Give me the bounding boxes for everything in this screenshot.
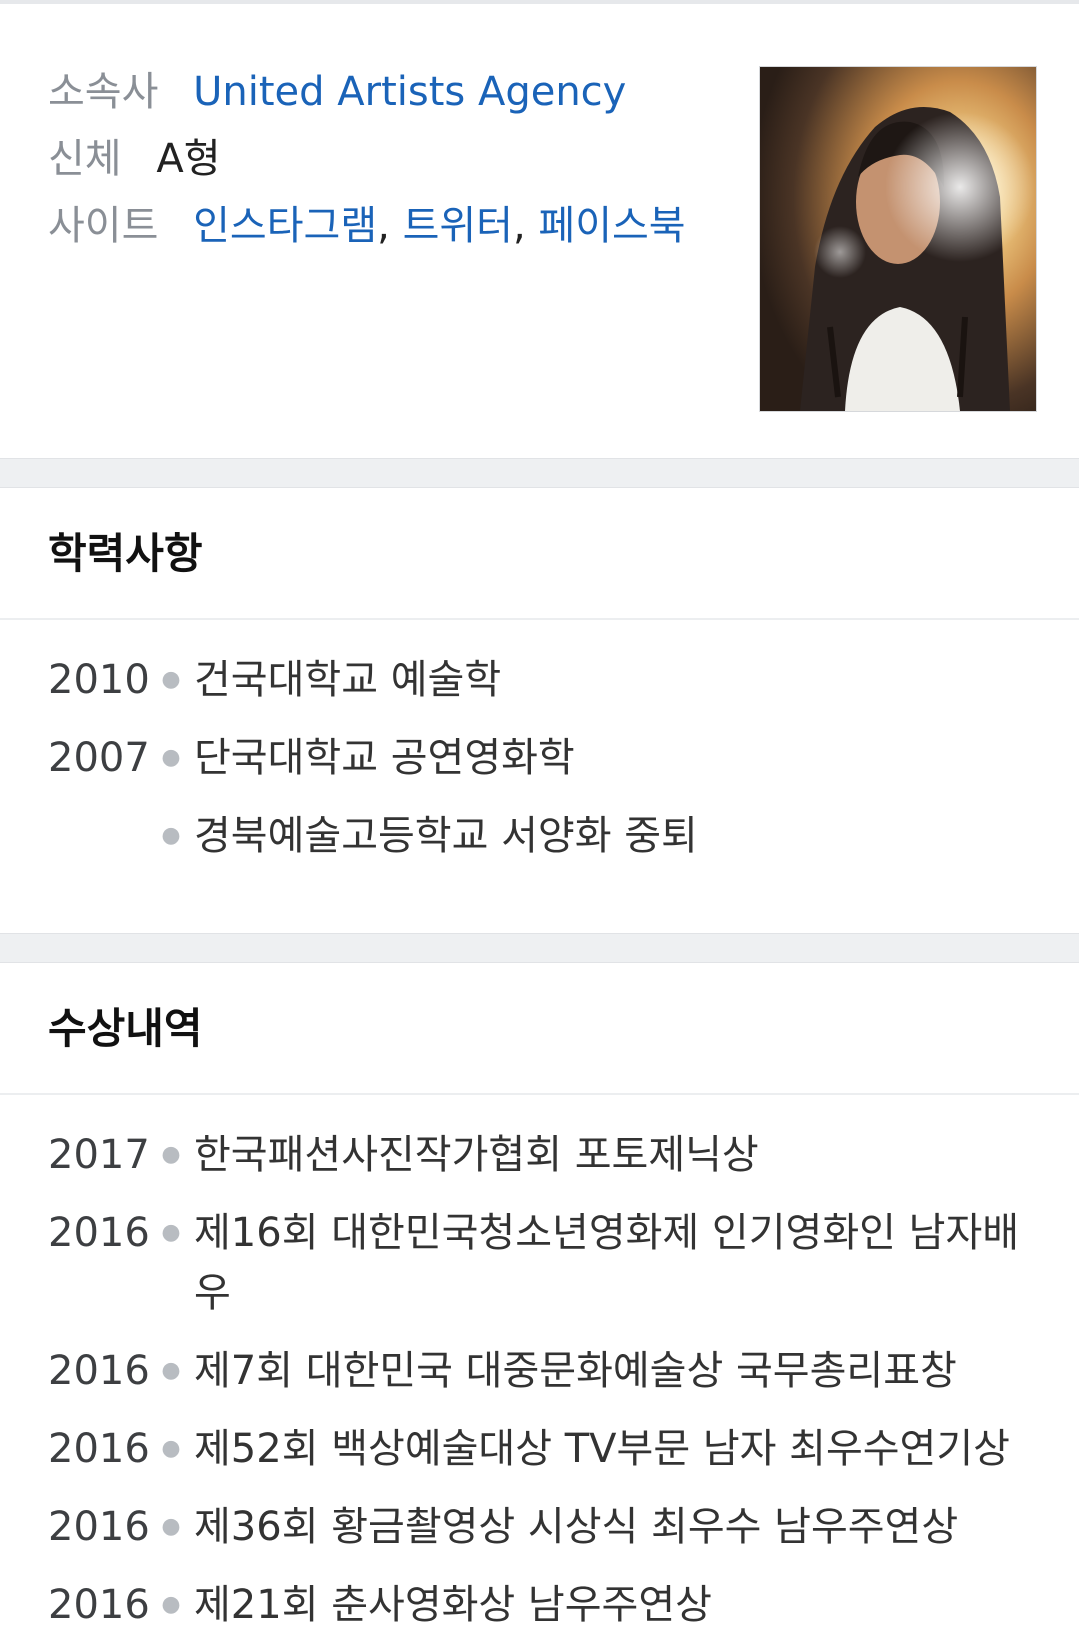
education-list: 2010 ● 건국대학교 예술학 2007 ● 단국대학교 공연영화학 ● 경북… — [0, 620, 1079, 933]
profile-photo[interactable] — [759, 66, 1037, 412]
agency-label: 소속사 — [48, 69, 159, 115]
education-section: 학력사항 2010 ● 건국대학교 예술학 2007 ● 단국대학교 공연영화학… — [0, 488, 1079, 933]
item-text: 제7회 대한민국 대중문화예술상 국무총리표창 — [194, 1348, 957, 1394]
bullet-dot-icon: ● — [161, 745, 181, 770]
profile-card: 소속사 United Artists Agency 신체 A형 사이트 인스타그… — [0, 4, 1079, 458]
body-row: 신체 A형 — [48, 131, 221, 187]
item-text: 제52회 백상예술대상 TV부문 남자 최우수연기상 — [194, 1426, 1010, 1472]
item-year: 2016 — [48, 1426, 150, 1472]
section-divider — [0, 458, 1079, 488]
site-separator: , — [377, 203, 390, 249]
item-year: 2010 — [48, 657, 150, 703]
bullet-dot-icon: ● — [161, 823, 181, 848]
bullet-dot-icon: ● — [161, 667, 181, 692]
list-item: 2016 ● 제16회 대한민국청소년영화제 인기영화인 남자배우 — [0, 1203, 1079, 1323]
item-text: 단국대학교 공연영화학 — [194, 735, 575, 781]
site-label: 사이트 — [48, 203, 159, 249]
item-text: 제16회 대한민국청소년영화제 인기영화인 남자배우 — [194, 1210, 1020, 1316]
list-item: ● 경북예술고등학교 서양화 중퇴 — [0, 806, 1079, 866]
bullet-dot-icon: ● — [161, 1514, 181, 1539]
site-separator: , — [512, 203, 526, 249]
item-year: 2016 — [48, 1504, 150, 1550]
agency-row: 소속사 United Artists Agency — [48, 64, 626, 120]
item-text: 제21회 춘사영화상 남우주연상 — [194, 1582, 712, 1628]
blood-type-value: A형 — [156, 136, 221, 182]
item-year: 2016 — [48, 1210, 150, 1256]
item-text: 경북예술고등학교 서양화 중퇴 — [194, 813, 698, 859]
education-header: 학력사항 — [0, 488, 1079, 620]
item-year: 2016 — [48, 1348, 150, 1394]
awards-section: 수상내역 2017 ● 한국패션사진작가협회 포토제닉상 2016 ● 제16회… — [0, 963, 1079, 1635]
bullet-dot-icon: ● — [161, 1358, 181, 1383]
item-year: 2016 — [48, 1582, 150, 1628]
awards-header: 수상내역 — [0, 963, 1079, 1095]
section-divider — [0, 933, 1079, 963]
education-title: 학력사항 — [48, 529, 203, 578]
list-item: 2016 ● 제52회 백상예술대상 TV부문 남자 최우수연기상 — [0, 1419, 1079, 1479]
awards-list: 2017 ● 한국패션사진작가협회 포토제닉상 2016 ● 제16회 대한민국… — [0, 1095, 1079, 1635]
body-label: 신체 — [48, 136, 122, 182]
item-year: 2007 — [48, 735, 150, 781]
list-item: 2007 ● 단국대학교 공연영화학 — [0, 728, 1079, 788]
instagram-link[interactable]: 인스타그램 — [193, 203, 377, 249]
list-item: 2017 ● 한국패션사진작가협회 포토제닉상 — [0, 1125, 1079, 1185]
item-year: 2017 — [48, 1132, 150, 1178]
bullet-dot-icon: ● — [161, 1220, 181, 1245]
list-item: 2016 ● 제7회 대한민국 대중문화예술상 국무총리표창 — [0, 1341, 1079, 1401]
bullet-dot-icon: ● — [161, 1142, 181, 1167]
list-item: 2016 ● 제36회 황금촬영상 시상식 최우수 남우주연상 — [0, 1497, 1079, 1557]
agency-link[interactable]: United Artists Agency — [193, 69, 626, 115]
profile-photo-image — [760, 67, 1036, 411]
awards-title: 수상내역 — [48, 1004, 203, 1053]
site-row: 사이트 인스타그램, 트위터, 페이스북 — [48, 198, 686, 254]
bullet-dot-icon: ● — [161, 1436, 181, 1461]
bullet-dot-icon: ● — [161, 1592, 181, 1617]
facebook-link[interactable]: 페이스북 — [538, 203, 685, 249]
twitter-link[interactable]: 트위터 — [403, 203, 513, 249]
item-text: 제36회 황금촬영상 시상식 최우수 남우주연상 — [194, 1504, 959, 1550]
item-text: 건국대학교 예술학 — [194, 657, 502, 703]
list-item: 2016 ● 제21회 춘사영화상 남우주연상 — [0, 1575, 1079, 1635]
item-text: 한국패션사진작가협회 포토제닉상 — [194, 1132, 759, 1178]
list-item: 2010 ● 건국대학교 예술학 — [0, 650, 1079, 710]
